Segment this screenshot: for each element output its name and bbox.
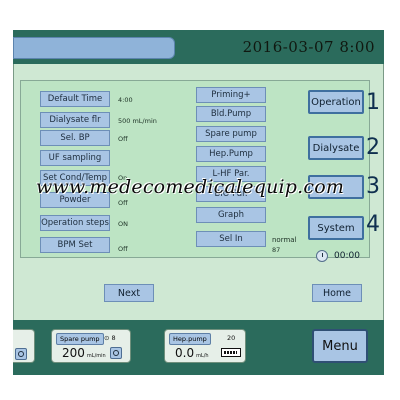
spare-pump-unit: mL/min bbox=[86, 353, 106, 359]
spare-pump-icon[interactable] bbox=[110, 347, 122, 359]
sel-bp-value: Off bbox=[118, 135, 128, 143]
hep-pump-rate: 0.0 bbox=[175, 346, 195, 360]
home-button[interactable]: Home bbox=[312, 284, 362, 302]
operation-steps-button[interactable]: Operation steps bbox=[40, 215, 110, 231]
spare-pump-count: ⊙ 8 bbox=[104, 334, 116, 342]
hep-pump-unit: mL/h bbox=[196, 353, 209, 359]
clock-time: 00:00 bbox=[334, 251, 360, 261]
hep-pump-value: 0.0 mL/h bbox=[175, 346, 209, 360]
clock-icon bbox=[316, 250, 328, 262]
menu-button[interactable]: Menu bbox=[312, 329, 368, 363]
spare-pump-button[interactable]: Spare pump bbox=[196, 126, 266, 142]
dialysate-flow-button[interactable]: Dialysate flr bbox=[40, 112, 110, 128]
spare-pump-label: Spare pump bbox=[56, 333, 104, 345]
side-system-button[interactable]: System bbox=[308, 216, 364, 240]
spare-pump-card: Spare pump ⊙ 8 200 mL/min bbox=[51, 329, 131, 363]
watermark-text: www.medecomedicalequip.com bbox=[36, 176, 345, 198]
uf-sampling-button[interactable]: UF sampling bbox=[40, 150, 110, 166]
side-number-1: 1 bbox=[366, 90, 380, 115]
side-dialysate-button[interactable]: Dialysate bbox=[308, 136, 364, 160]
priming-button[interactable]: Priming+ bbox=[196, 87, 266, 103]
spare-pump-value: 200 mL/min bbox=[62, 346, 106, 360]
sel-in-button[interactable]: Sel In bbox=[196, 231, 266, 247]
next-button[interactable]: Next bbox=[104, 284, 154, 302]
battery-icon bbox=[221, 348, 241, 357]
blood-pump-button[interactable]: Bld.Pump bbox=[196, 106, 266, 122]
sel-in-value-secondary: 87 bbox=[272, 246, 281, 254]
graph-button[interactable]: Graph bbox=[196, 207, 266, 223]
spare-pump-count-value: 8 bbox=[111, 334, 116, 342]
default-time-button[interactable]: Default Time bbox=[40, 91, 110, 107]
bpm-set-value: Off bbox=[118, 245, 128, 253]
operation-steps-value: ON bbox=[118, 220, 128, 228]
pump-icon bbox=[15, 348, 27, 360]
default-time-value: 4:00 bbox=[118, 96, 133, 104]
side-number-2: 2 bbox=[366, 135, 380, 160]
hep-pump-card: Hep.pump 20 0.0 mL/h bbox=[164, 329, 246, 363]
side-operation-button[interactable]: Operation bbox=[308, 90, 364, 114]
datetime-display: 2016-03-07 8:00 bbox=[242, 38, 375, 56]
sel-bp-button[interactable]: Sel. BP bbox=[40, 130, 110, 146]
side-number-3: 3 bbox=[366, 174, 380, 199]
sel-in-value: normal bbox=[272, 236, 297, 244]
hep-pump-button[interactable]: Hep.Pump bbox=[196, 146, 266, 162]
clock-row: 00:00 bbox=[316, 250, 360, 262]
hep-pump-label: Hep.pump bbox=[169, 333, 211, 345]
dialysate-flow-value: 500 mL/min bbox=[118, 117, 157, 125]
powder-value: Off bbox=[118, 199, 128, 207]
bpm-set-button[interactable]: BPM Set bbox=[40, 237, 110, 253]
spare-pump-rate: 200 bbox=[62, 346, 85, 360]
side-number-4: 4 bbox=[366, 212, 380, 237]
hep-pump-count: 20 bbox=[227, 334, 236, 342]
title-pill bbox=[13, 37, 175, 59]
status-card-partial bbox=[13, 329, 35, 363]
